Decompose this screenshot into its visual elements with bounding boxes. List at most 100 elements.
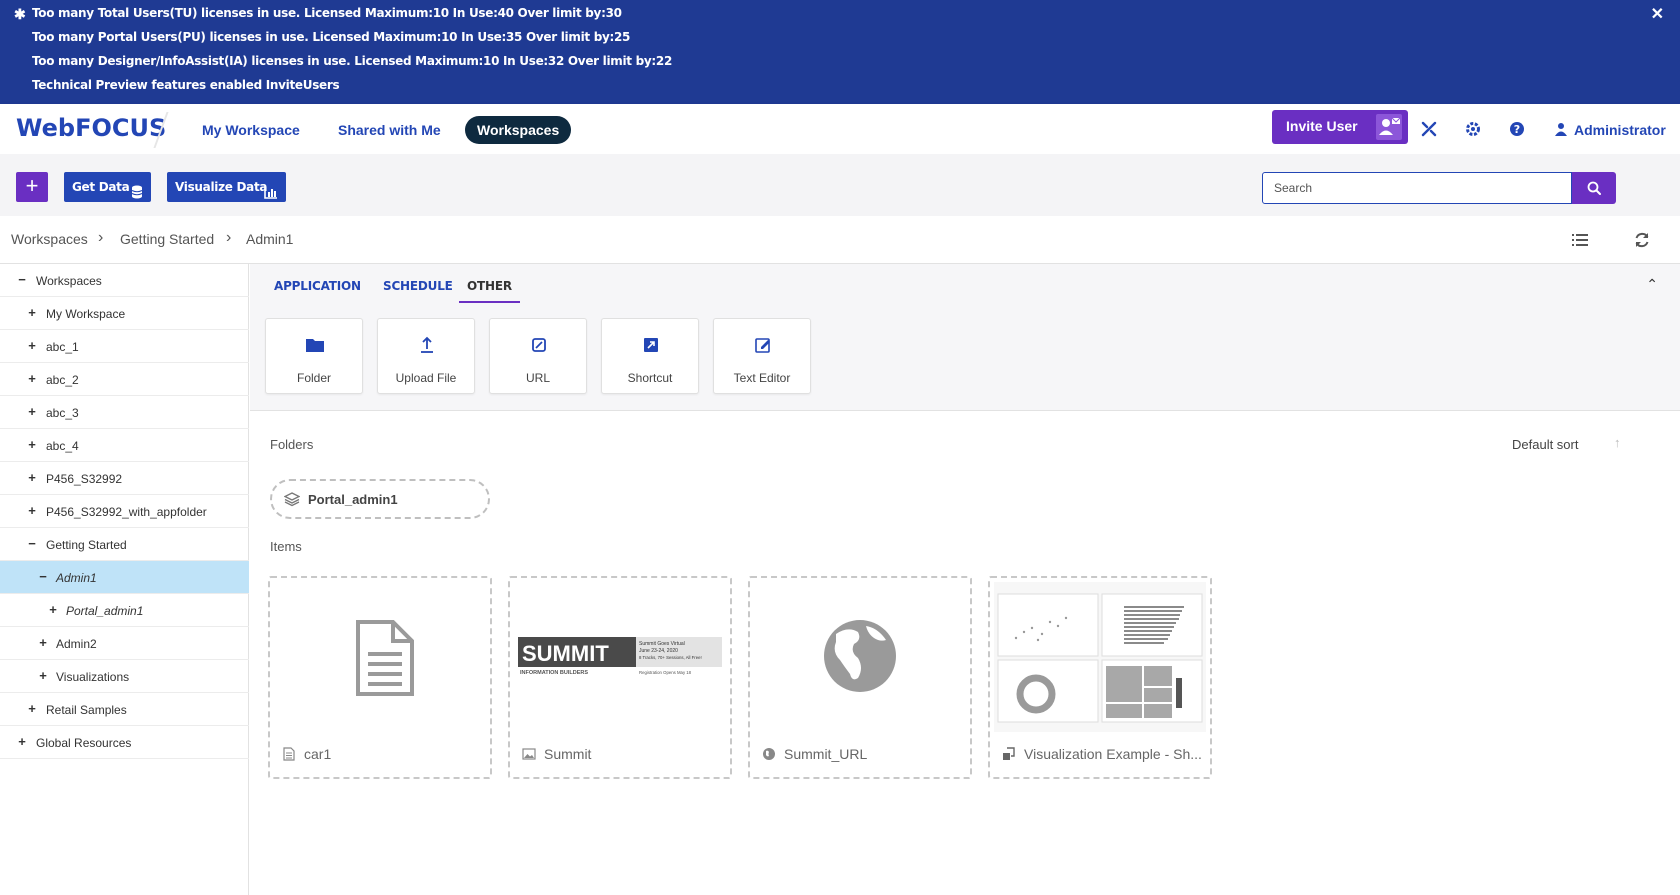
folder-card[interactable]: Portal_admin1 (270, 479, 490, 519)
item-card-summit[interactable]: SUMMIT INFORMATION BUILDERS Summit Goes … (508, 576, 732, 779)
expand-toggle[interactable]: + (26, 702, 38, 716)
tree-item-abc-4[interactable]: + abc_4 (0, 429, 249, 462)
expand-toggle[interactable]: + (47, 603, 59, 617)
bar-chart-icon (264, 180, 278, 210)
tree-item-admin2[interactable]: + Admin2 (0, 627, 249, 660)
expand-toggle[interactable]: + (26, 405, 38, 419)
expand-toggle[interactable]: + (26, 471, 38, 485)
chevron-right-icon: › (98, 229, 104, 246)
invite-user-icon (1376, 114, 1402, 140)
sort-dropdown[interactable]: Default sort (1512, 437, 1578, 452)
tile-label: Folder (296, 371, 331, 385)
banner-line-portal-users: Too many Portal Users(PU) licenses in us… (32, 30, 631, 44)
expand-toggle[interactable]: + (16, 735, 28, 749)
search-input[interactable]: Search (1262, 172, 1572, 204)
summit-image-thumbnail: SUMMIT INFORMATION BUILDERS Summit Goes … (514, 582, 726, 732)
item-title: Summit_URL (784, 746, 868, 762)
tree-item-p456-s32992-appfolder[interactable]: + P456_S32992_with_appfolder (0, 495, 249, 528)
tile-text-editor[interactable]: Text Editor (713, 318, 811, 394)
refresh-icon[interactable] (1632, 230, 1652, 250)
expand-toggle[interactable]: + (26, 372, 38, 386)
upload-icon (417, 335, 437, 355)
folder-title: Portal_admin1 (308, 492, 398, 507)
sort-direction-icon[interactable]: ↑ (1614, 435, 1621, 450)
tree-item-abc-1[interactable]: + abc_1 (0, 330, 249, 363)
collapse-toggle[interactable]: − (37, 570, 49, 584)
visualize-data-label: Visualize Data (175, 180, 268, 194)
tree-item-label: Workspaces (36, 274, 102, 288)
breadcrumb-admin1: Admin1 (246, 231, 294, 247)
visualization-thumbnail (994, 582, 1206, 732)
tools-icon[interactable] (1420, 120, 1438, 138)
globe-icon (762, 747, 776, 761)
tile-folder[interactable]: Folder (265, 318, 363, 394)
expand-toggle[interactable]: + (26, 339, 38, 353)
content-area: Folders Default sort ↑ Portal_admin1 Ite… (250, 411, 1680, 895)
nav-shared-with-me[interactable]: Shared with Me (326, 116, 453, 144)
collapse-toggle[interactable]: − (16, 273, 28, 287)
tree-item-global-resources[interactable]: + Global Resources (0, 726, 249, 759)
user-name: Administrator (1574, 122, 1666, 138)
tab-other[interactable]: OTHER (459, 279, 520, 303)
chevron-up-icon[interactable]: ⌃ (1646, 276, 1658, 293)
item-card-visualization-example[interactable]: Visualization Example - Sh... (988, 576, 1212, 779)
create-new-button[interactable]: + (16, 172, 48, 202)
tree-item-my-workspace[interactable]: + My Workspace (0, 297, 249, 330)
summit-line2: June 23-24, 2020 (639, 648, 678, 654)
tree-item-abc-3[interactable]: + abc_3 (0, 396, 249, 429)
image-icon (522, 747, 536, 761)
gear-icon[interactable] (1464, 120, 1482, 138)
summit-sub-brand: INFORMATION BUILDERS (520, 670, 588, 676)
tree-item-portal-admin1[interactable]: + Portal_admin1 (0, 594, 249, 627)
get-data-button[interactable]: Get Data (64, 172, 151, 202)
invite-user-button[interactable]: Invite User (1272, 110, 1408, 144)
search-button[interactable] (1572, 172, 1616, 204)
tree-item-p456-s32992[interactable]: + P456_S32992 (0, 462, 249, 495)
item-card-summit-url[interactable]: Summit_URL (748, 576, 972, 779)
tree-item-abc-2[interactable]: + abc_2 (0, 363, 249, 396)
list-view-icon[interactable] (1570, 230, 1590, 250)
nav-workspaces[interactable]: Workspaces (465, 116, 572, 144)
expand-toggle[interactable]: + (26, 438, 38, 452)
items-section-title: Items (270, 539, 302, 554)
expand-toggle[interactable]: + (37, 669, 49, 683)
layers-icon (283, 491, 301, 507)
tile-label: Shortcut (627, 371, 673, 385)
breadcrumb-workspaces[interactable]: Workspaces (11, 231, 88, 247)
document-thumbnail (274, 582, 486, 732)
shortcut-icon (641, 335, 661, 355)
collapse-toggle[interactable]: − (26, 537, 38, 551)
tree-item-retail-samples[interactable]: + Retail Samples (0, 693, 249, 726)
banner-close-icon[interactable]: ✕ (1651, 4, 1664, 24)
expand-toggle[interactable]: + (26, 306, 38, 320)
tile-upload-file[interactable]: Upload File (377, 318, 475, 394)
tree-item-getting-started[interactable]: − Getting Started (0, 528, 249, 561)
nav-my-workspace[interactable]: My Workspace (190, 116, 312, 144)
tree-item-visualizations[interactable]: + Visualizations (0, 660, 249, 693)
user-menu[interactable]: Administrator (1554, 116, 1666, 144)
visualization-icon (1002, 747, 1016, 761)
svg-text:?: ? (1514, 123, 1520, 136)
item-title: Summit (544, 746, 592, 762)
expand-toggle[interactable]: + (26, 504, 38, 518)
item-card-car1[interactable]: car1 (268, 576, 492, 779)
tab-schedule[interactable]: SCHEDULE (383, 279, 453, 301)
tile-shortcut[interactable]: Shortcut (601, 318, 699, 394)
folders-section-title: Folders (270, 437, 314, 452)
banner-line-designer-users: Too many Designer/InfoAssist(IA) license… (32, 54, 673, 68)
link-icon (529, 335, 549, 355)
tab-application[interactable]: APPLICATION (274, 279, 361, 301)
tree-item-admin1[interactable]: − Admin1 (0, 561, 249, 594)
workspace-tree: − Workspaces + My Workspace + abc_1 + ab… (0, 264, 249, 895)
tile-url[interactable]: URL (489, 318, 587, 394)
tree-item-workspaces[interactable]: − Workspaces (0, 264, 249, 297)
breadcrumb-getting-started[interactable]: Getting Started (120, 231, 214, 247)
webfocus-logo[interactable]: WebFOCUS (16, 114, 166, 142)
expand-toggle[interactable]: + (37, 636, 49, 650)
visualize-data-button[interactable]: Visualize Data (167, 172, 286, 202)
tree-item-label: Getting Started (46, 538, 127, 552)
help-icon[interactable]: ? (1508, 120, 1526, 138)
tree-item-label: abc_1 (46, 340, 79, 354)
summit-line3: 8 Tracks, 70+ Sessions, All Free! (639, 655, 702, 660)
tree-item-label: My Workspace (46, 307, 126, 321)
